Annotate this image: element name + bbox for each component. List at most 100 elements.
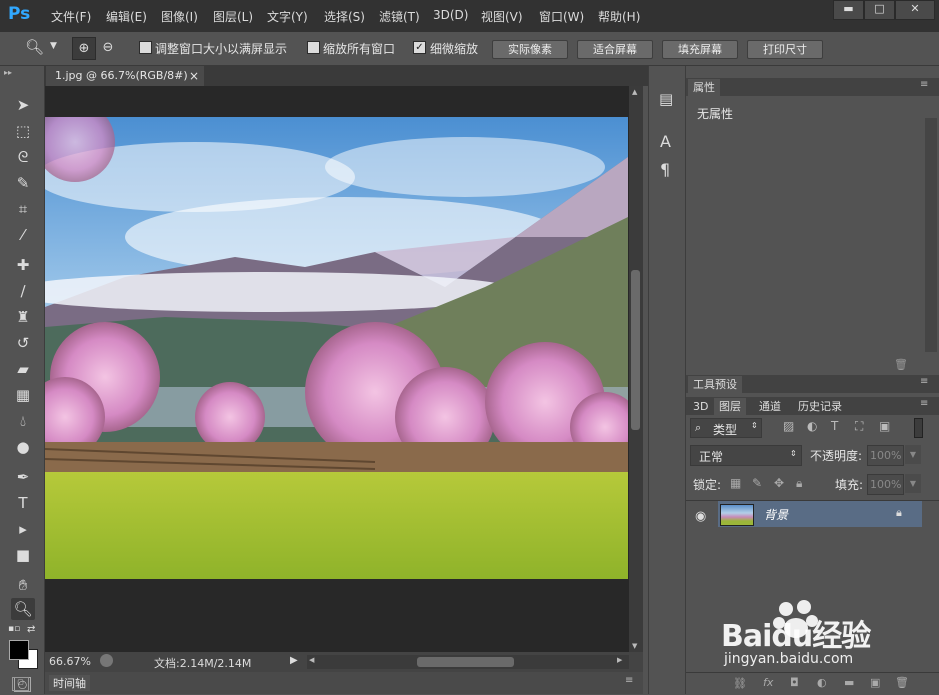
new-layer-icon[interactable]: ▣ (870, 676, 880, 689)
tool-presets-menu-icon[interactable]: ≡ (920, 376, 928, 387)
type-filter-icon[interactable]: T (831, 419, 838, 433)
trash-icon[interactable]: 🗑︎ (894, 358, 908, 371)
history-brush-tool-icon[interactable]: ↺ (11, 332, 35, 354)
resize-windows-checkbox[interactable] (139, 41, 152, 54)
properties-tab[interactable]: 属性 (688, 79, 720, 96)
delete-layer-icon[interactable]: 🗑︎ (895, 676, 909, 689)
tool-preset-dropdown-icon[interactable]: ▼ (50, 41, 57, 51)
clone-stamp-tool-icon[interactable]: ♜ (11, 306, 35, 328)
status-info-icon[interactable] (100, 654, 113, 667)
status-menu-arrow-icon[interactable]: ▶ (290, 655, 298, 666)
character-panel-icon[interactable]: A (660, 132, 671, 151)
zoom-in-icon[interactable]: ⊕ (72, 37, 96, 60)
maximize-icon[interactable]: □ (864, 0, 895, 20)
menu-layer[interactable]: 图层(L) (213, 8, 253, 25)
opacity-dropdown-icon[interactable]: ▼ (905, 445, 921, 464)
menu-image[interactable]: 图像(I) (161, 8, 198, 25)
foreground-color-swatch[interactable] (9, 640, 29, 660)
lock-transparent-icon[interactable]: ▦ (730, 476, 741, 490)
path-selection-tool-icon[interactable]: ▸ (11, 518, 35, 540)
crop-tool-icon[interactable]: ⌗ (11, 198, 35, 220)
new-group-icon[interactable]: ▬ (844, 676, 854, 689)
quick-selection-tool-icon[interactable]: ✎ (11, 172, 35, 194)
adjustment-filter-icon[interactable]: ◐ (807, 419, 817, 433)
scroll-down-icon[interactable]: ▼ (632, 642, 637, 650)
blur-tool-icon[interactable]: 💧︎ (11, 410, 35, 432)
layer-row-background[interactable]: 背景 🔒︎ (718, 501, 922, 527)
lock-all-icon[interactable]: 🔒︎ (796, 476, 802, 491)
eyedropper-tool-icon[interactable]: ⁄ (11, 224, 35, 246)
layers-menu-icon[interactable]: ≡ (920, 398, 928, 409)
canvas-image[interactable] (45, 117, 628, 579)
filter-toggle[interactable] (914, 418, 923, 438)
fit-screen-button[interactable]: 适合屏幕 (577, 40, 653, 59)
fill-screen-button[interactable]: 填充屏幕 (662, 40, 738, 59)
rectangle-tool-icon[interactable]: ■ (11, 544, 35, 566)
layer-style-fx-icon[interactable]: fx (763, 676, 773, 689)
screen-mode-icon[interactable]: ▢ (12, 677, 29, 691)
swap-colors-icon[interactable]: ⇄ (27, 624, 35, 635)
eraser-tool-icon[interactable]: ▰ (11, 358, 35, 380)
dodge-tool-icon[interactable]: ● (11, 436, 35, 458)
scrubby-zoom-checkbox[interactable]: ✓ (413, 41, 426, 54)
default-colors-icon[interactable]: ▪▫ (8, 624, 20, 634)
collapse-icon[interactable]: ▸▸ (4, 68, 12, 77)
type-tool-icon[interactable]: T (11, 492, 35, 514)
tab-3d[interactable]: 3D (688, 398, 713, 415)
close-window-icon[interactable]: ✕ (895, 0, 935, 20)
pen-tool-icon[interactable]: ✒ (11, 466, 35, 488)
menu-window[interactable]: 窗口(W) (539, 8, 584, 25)
layer-filter-select[interactable]: ⌕ 类型 ⇕ (690, 418, 762, 438)
menu-edit[interactable]: 编辑(E) (106, 8, 147, 25)
link-layers-icon[interactable]: ⛓ (733, 677, 747, 690)
vertical-scroll-thumb[interactable] (631, 270, 640, 430)
zoom-level[interactable]: 66.67% (49, 655, 91, 668)
vertical-scrollbar[interactable]: ▲ ▼ (629, 86, 643, 652)
layer-visibility-eye-icon[interactable]: ◉ (695, 509, 706, 524)
adjustment-layer-icon[interactable]: ◐ (817, 676, 827, 689)
menu-type[interactable]: 文字(Y) (267, 8, 308, 25)
lock-position-icon[interactable]: ✥ (774, 476, 784, 490)
healing-brush-tool-icon[interactable]: ✚ (11, 254, 35, 276)
brush-tool-icon[interactable]: ∕ (11, 280, 35, 302)
add-mask-icon[interactable]: ◘ (790, 676, 799, 689)
move-tool-icon[interactable]: ➤ (11, 94, 35, 116)
fill-dropdown-icon[interactable]: ▼ (905, 474, 921, 493)
menu-file[interactable]: 文件(F) (51, 8, 91, 25)
smart-object-filter-icon[interactable]: ▣ (879, 419, 890, 433)
timeline-tab[interactable]: 时间轴 (49, 675, 90, 691)
tool-presets-tab[interactable]: 工具预设 (688, 376, 742, 393)
shape-filter-icon[interactable]: ⛶ (855, 419, 863, 434)
close-tab-icon[interactable]: × (189, 66, 199, 86)
menu-select[interactable]: 选择(S) (324, 8, 365, 25)
zoom-tool-active-icon[interactable]: 🔍︎ (11, 598, 35, 620)
properties-panel-icon[interactable]: ▤ (659, 90, 673, 108)
document-tab[interactable]: 1.jpg @ 66.7%(RGB/8#) × (46, 66, 204, 86)
horizontal-scroll-thumb[interactable] (417, 657, 514, 667)
horizontal-scrollbar[interactable]: ◀ ▶ (307, 655, 629, 669)
pixel-filter-icon[interactable]: ▨ (783, 419, 794, 433)
tab-history[interactable]: 历史记录 (793, 398, 847, 415)
scroll-up-icon[interactable]: ▲ (632, 88, 637, 96)
zoom-tool-icon[interactable]: 🔍︎ (25, 38, 44, 56)
actual-pixels-button[interactable]: 实际像素 (492, 40, 568, 59)
minimize-icon[interactable]: ▬ (833, 0, 864, 20)
tab-channels[interactable]: 通道 (754, 398, 786, 415)
menu-view[interactable]: 视图(V) (481, 8, 523, 25)
gradient-tool-icon[interactable]: ▦ (11, 384, 35, 406)
properties-menu-icon[interactable]: ≡ (920, 79, 928, 90)
marquee-tool-icon[interactable]: ⬚ (11, 120, 35, 142)
lasso-tool-icon[interactable]: ᘓ (11, 146, 35, 168)
lock-image-icon[interactable]: ✎ (752, 476, 762, 490)
timeline-menu-icon[interactable]: ≡ (625, 675, 633, 686)
hand-tool-icon[interactable]: ✋︎ (11, 574, 35, 596)
properties-scrollbar[interactable] (925, 118, 937, 352)
tab-layers[interactable]: 图层 (714, 398, 746, 415)
blend-mode-select[interactable]: 正常 ⇕ (690, 445, 802, 466)
menu-3d[interactable]: 3D(D) (433, 8, 468, 22)
scroll-left-icon[interactable]: ◀ (309, 656, 314, 664)
menu-help[interactable]: 帮助(H) (598, 8, 640, 25)
fill-input[interactable]: 100% (867, 474, 904, 495)
print-size-button[interactable]: 打印尺寸 (747, 40, 823, 59)
opacity-input[interactable]: 100% (867, 445, 904, 466)
